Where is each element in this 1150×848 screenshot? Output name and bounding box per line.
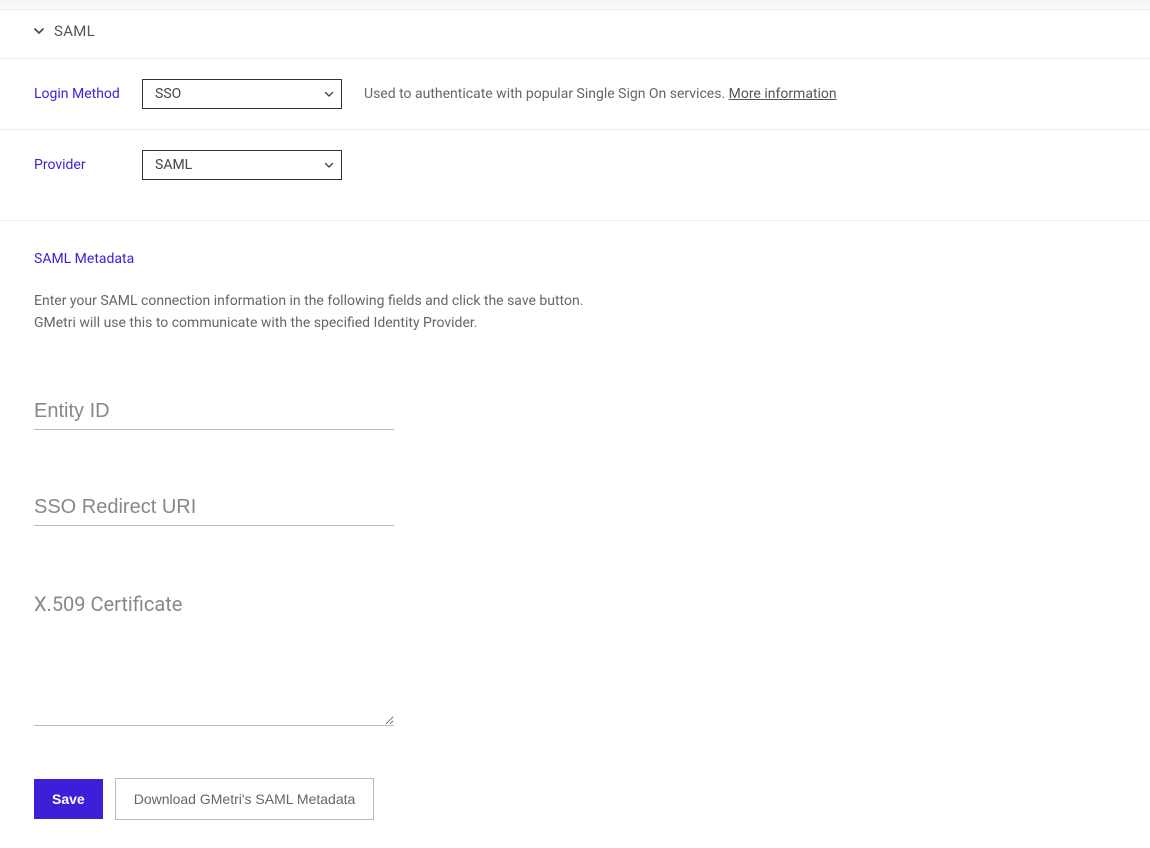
button-row: Save Download GMetri's SAML Metadata <box>34 778 1116 820</box>
download-metadata-button[interactable]: Download GMetri's SAML Metadata <box>115 778 375 820</box>
login-method-help: Used to authenticate with popular Single… <box>364 86 837 102</box>
sso-redirect-field-group <box>34 490 394 526</box>
metadata-desc-line1: Enter your SAML connection information i… <box>34 293 583 309</box>
login-method-selected-value: SSO <box>155 86 181 102</box>
entity-id-input[interactable] <box>34 394 394 430</box>
saml-metadata-section: SAML Metadata Enter your SAML connection… <box>0 221 1150 840</box>
saml-panel: SAML Login Method SSO Used to authentica… <box>0 10 1150 840</box>
login-method-row: Login Method SSO Used to authenticate wi… <box>0 59 1150 130</box>
x509-field-group <box>34 586 1116 730</box>
saml-metadata-desc: Enter your SAML connection information i… <box>34 291 1116 334</box>
metadata-desc-line2: GMetri will use this to communicate with… <box>34 315 477 331</box>
save-button[interactable]: Save <box>34 779 103 819</box>
provider-row: Provider SAML <box>0 130 1150 221</box>
more-information-link[interactable]: More information <box>729 86 837 102</box>
provider-selected-value: SAML <box>155 157 192 173</box>
entity-id-field-group <box>34 394 394 430</box>
provider-label: Provider <box>34 157 142 173</box>
top-gradient-bar <box>0 0 1150 10</box>
sso-redirect-uri-input[interactable] <box>34 490 394 526</box>
x509-certificate-textarea[interactable] <box>34 586 394 726</box>
chevron-down-icon <box>34 26 44 36</box>
provider-select[interactable]: SAML <box>142 150 342 180</box>
login-method-help-text: Used to authenticate with popular Single… <box>364 86 729 102</box>
login-method-select[interactable]: SSO <box>142 79 342 109</box>
accordion-header-saml[interactable]: SAML <box>0 10 1150 59</box>
saml-metadata-heading: SAML Metadata <box>34 251 1116 267</box>
login-method-label: Login Method <box>34 86 142 102</box>
accordion-title: SAML <box>54 22 95 40</box>
